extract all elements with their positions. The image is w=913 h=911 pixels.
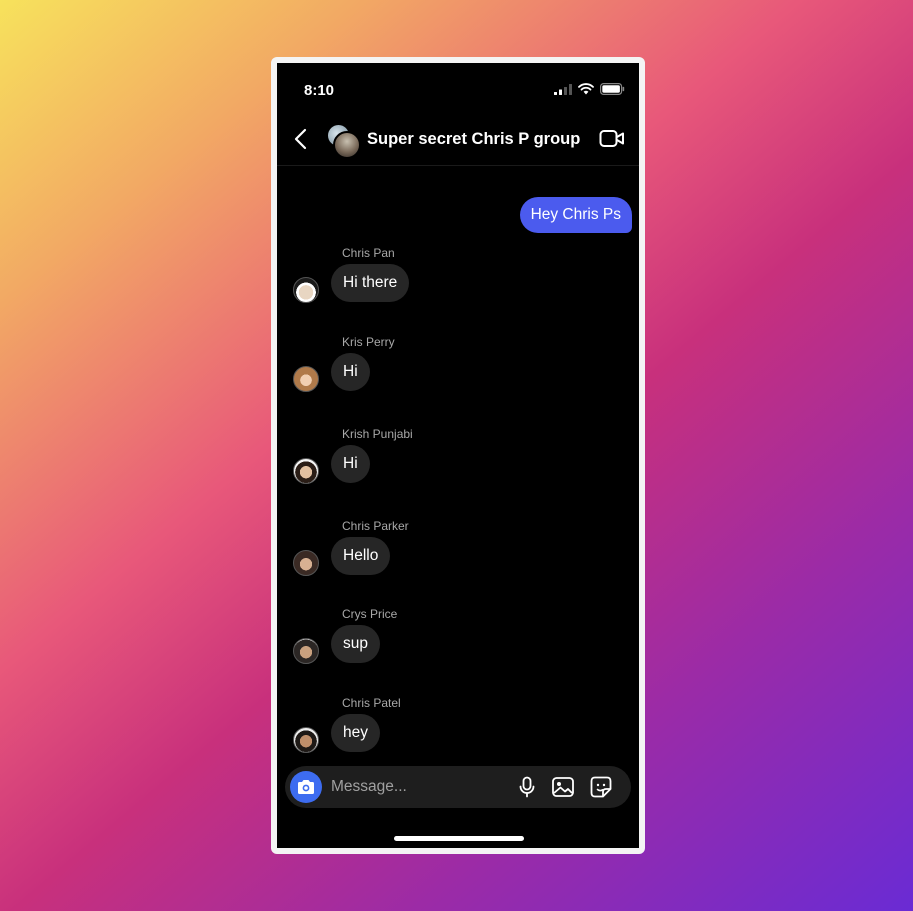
avatar[interactable] (293, 638, 319, 664)
chevron-left-icon (294, 128, 307, 150)
chat-header: Super secret Chris P group (277, 115, 639, 166)
sticker-button[interactable] (589, 775, 613, 799)
incoming-message[interactable]: hey (331, 714, 380, 752)
message-input[interactable] (331, 774, 501, 800)
sender-name: Chris Parker (342, 519, 409, 533)
wifi-icon (578, 83, 594, 95)
incoming-message[interactable]: Hi (331, 353, 370, 391)
phone-frame: 8:10 Super secret Chris P group Hey Chri… (271, 57, 645, 854)
sticker-icon (590, 776, 612, 798)
group-title[interactable]: Super secret Chris P group (367, 130, 580, 149)
status-time: 8:10 (304, 82, 335, 99)
camera-button[interactable] (290, 771, 322, 803)
outgoing-message[interactable]: Hey Chris Ps (519, 197, 632, 233)
message-composer (285, 766, 631, 808)
avatar[interactable] (293, 550, 319, 576)
avatar[interactable] (293, 727, 319, 753)
home-indicator[interactable] (394, 836, 524, 841)
incoming-message[interactable]: sup (331, 625, 380, 663)
microphone-button[interactable] (515, 775, 539, 799)
back-button[interactable] (289, 125, 313, 153)
battery-icon (600, 83, 625, 95)
sender-name: Kris Perry (342, 335, 395, 349)
signal-icon (554, 84, 572, 95)
status-icons (554, 83, 625, 95)
chat-screen: 8:10 Super secret Chris P group Hey Chri… (277, 63, 639, 848)
group-avatar-front (333, 131, 361, 159)
avatar[interactable] (293, 366, 319, 392)
avatar[interactable] (293, 277, 319, 303)
sender-name: Krish Punjabi (342, 427, 413, 441)
video-call-button[interactable] (599, 127, 625, 151)
microphone-icon (519, 776, 535, 798)
image-icon (552, 777, 574, 797)
sender-name: Crys Price (342, 607, 398, 621)
camera-icon (298, 780, 314, 794)
incoming-message[interactable]: Hi there (331, 264, 410, 302)
avatar[interactable] (293, 458, 319, 484)
incoming-message[interactable]: Hello (331, 537, 391, 575)
sender-name: Chris Patel (342, 696, 401, 710)
gallery-button[interactable] (551, 775, 575, 799)
group-avatar[interactable] (327, 124, 361, 159)
sender-name: Chris Pan (342, 246, 395, 260)
video-camera-icon (599, 130, 624, 147)
incoming-message[interactable]: Hi (331, 445, 370, 483)
